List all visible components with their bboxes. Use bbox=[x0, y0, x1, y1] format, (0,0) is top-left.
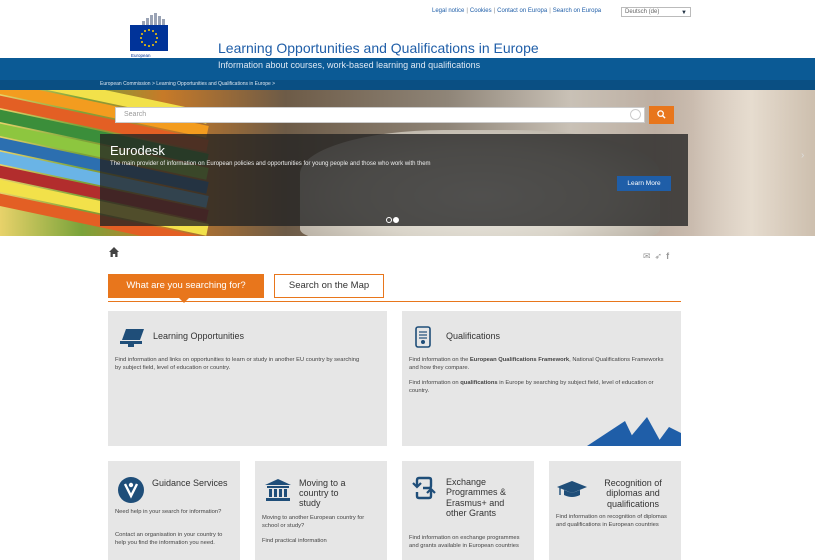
card-text-1: Find information on recognition of diplo… bbox=[556, 514, 667, 528]
tab-what-searching[interactable]: What are you searching for? bbox=[108, 274, 264, 298]
compass-icon bbox=[118, 477, 144, 503]
tab-underline bbox=[108, 301, 681, 302]
card-title: Guidance Services bbox=[152, 478, 228, 488]
eu-flag-icon bbox=[130, 25, 168, 51]
site-title[interactable]: Learning Opportunities and Qualification… bbox=[218, 40, 539, 56]
certificate-icon bbox=[415, 326, 431, 348]
card-text: Find information and links on opportunit… bbox=[115, 357, 360, 371]
card-text-1: Moving to another European country for s… bbox=[262, 515, 365, 529]
card-exchange-programmes[interactable]: Exchange Programmes & Erasmus+ and other… bbox=[402, 461, 534, 560]
learn-more-button[interactable]: Learn More bbox=[617, 176, 671, 191]
carousel-dots bbox=[386, 210, 400, 228]
card-title: Moving to a country to study bbox=[299, 478, 346, 508]
carousel-dot[interactable] bbox=[386, 217, 392, 223]
breadcrumb[interactable]: European Commission > Learning Opportuni… bbox=[100, 81, 275, 87]
share-links: ✉ ➶ f bbox=[643, 251, 673, 262]
carousel-dot-active[interactable] bbox=[393, 217, 399, 223]
card-qualifications[interactable]: Qualifications Find information on the E… bbox=[402, 311, 681, 446]
card-text-2: Find practical information bbox=[262, 538, 327, 544]
card-guidance-services[interactable]: Guidance Services Need help in your sear… bbox=[108, 461, 240, 560]
top-links: Legal notice | Cookies | Contact on Europa | S… bbox=[432, 8, 602, 14]
search-europa-link[interactable]: Search on Europa bbox=[553, 8, 601, 14]
loading-spinner-icon bbox=[630, 109, 641, 120]
site-subtitle: Information about courses, work-based le… bbox=[218, 60, 481, 70]
card-title: Exchange Programmes & Erasmus+ and other… bbox=[446, 477, 507, 519]
logo-building-graphic bbox=[142, 13, 168, 25]
card-text-1: Find information on the European Qualifi… bbox=[409, 357, 664, 371]
facebook-icon[interactable]: f bbox=[666, 251, 669, 261]
card-title: Qualifications bbox=[446, 331, 501, 341]
home-icon[interactable] bbox=[108, 246, 120, 258]
chevron-down-icon: ▼ bbox=[681, 10, 687, 16]
card-title: Recognition of diplomas and qualificatio… bbox=[604, 478, 662, 509]
search-input[interactable]: Search bbox=[115, 107, 645, 123]
search-button[interactable] bbox=[649, 106, 674, 124]
legal-notice-link[interactable]: Legal notice bbox=[432, 8, 464, 14]
institution-icon bbox=[265, 479, 291, 501]
card-recognition-diplomas[interactable]: Recognition of diplomas and qualificatio… bbox=[549, 461, 681, 560]
card-text-2: Find information on qualifications in Eu… bbox=[409, 380, 654, 394]
eqf-logo-icon bbox=[587, 417, 681, 446]
contact-link[interactable]: Contact on Europa bbox=[497, 8, 547, 14]
slide-text: The main provider of information on Euro… bbox=[110, 161, 431, 167]
exchange-arrows-icon bbox=[412, 476, 436, 500]
language-value: Deutsch (de) bbox=[625, 9, 660, 15]
language-select[interactable]: Deutsch (de) ▼ bbox=[621, 7, 691, 17]
card-moving-to-study[interactable]: Moving to a country to study Moving to a… bbox=[255, 461, 387, 560]
card-text-1: Need help in your search for information… bbox=[115, 509, 222, 515]
card-text-2: Contact an organisation in your country … bbox=[115, 532, 223, 546]
cookies-link[interactable]: Cookies bbox=[470, 8, 492, 14]
card-title: Learning Opportunities bbox=[153, 331, 245, 341]
card-learning-opportunities[interactable]: Learning Opportunities Find information … bbox=[108, 311, 387, 446]
graduation-cap-icon bbox=[557, 481, 587, 497]
card-text-1: Find information on exchange programmes … bbox=[409, 535, 520, 549]
laptop-icon bbox=[120, 329, 144, 347]
slide-title: Eurodesk bbox=[110, 143, 165, 158]
search-icon bbox=[657, 110, 666, 119]
twitter-icon[interactable]: ➶ bbox=[655, 251, 663, 261]
email-icon[interactable]: ✉ bbox=[643, 251, 651, 261]
tab-search-map[interactable]: Search on the Map bbox=[274, 274, 384, 298]
carousel-next-icon[interactable]: › bbox=[801, 150, 804, 161]
